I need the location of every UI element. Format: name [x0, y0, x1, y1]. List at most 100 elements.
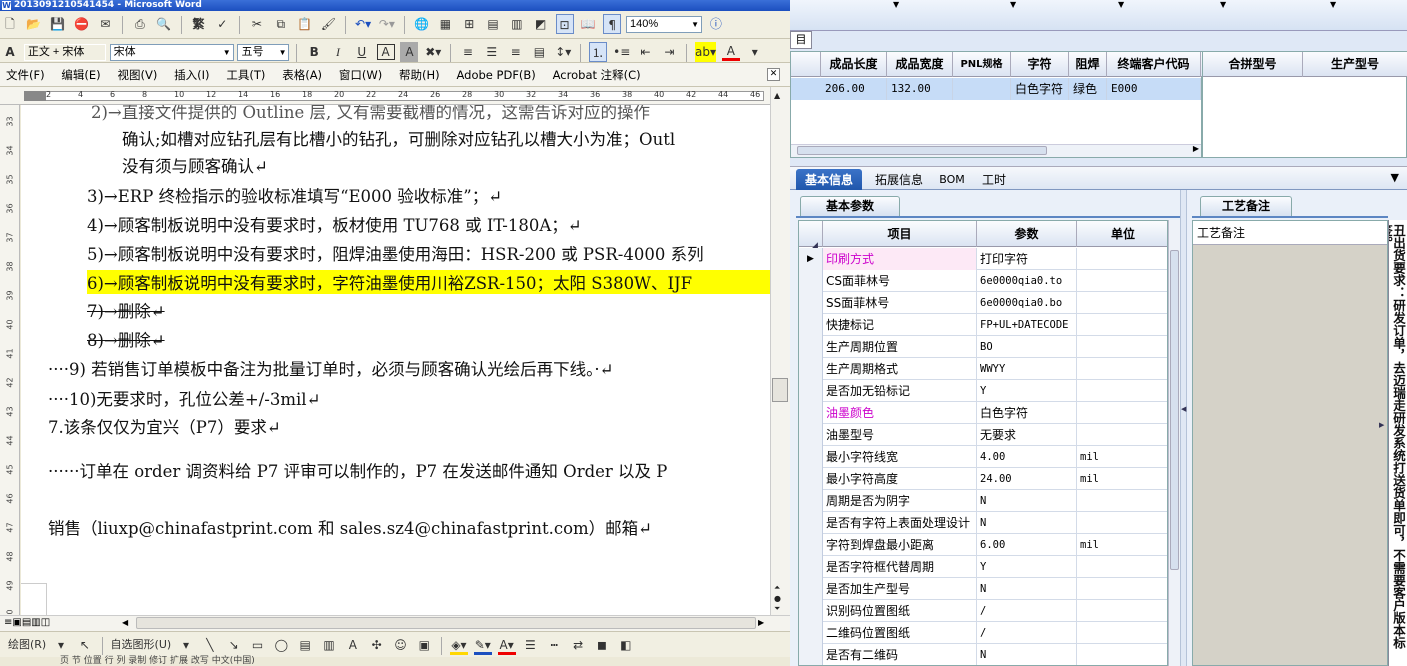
chevron-down-icon[interactable]: ▼: [1010, 0, 1016, 9]
chevron-down-icon[interactable]: ▼: [1220, 0, 1226, 9]
permission-icon[interactable]: ⛔: [72, 14, 90, 34]
row-header[interactable]: [799, 556, 823, 578]
param-value[interactable]: 白色字符: [977, 402, 1077, 424]
prev-page-icon[interactable]: ⏶: [774, 583, 780, 593]
row-header[interactable]: [799, 314, 823, 336]
row-header[interactable]: [799, 424, 823, 446]
format-painter-icon[interactable]: 🖌: [319, 14, 337, 34]
param-value[interactable]: 24.00: [977, 468, 1077, 490]
param-value[interactable]: /: [977, 622, 1077, 644]
textbox-icon[interactable]: ▤: [296, 635, 314, 655]
close-document-icon[interactable]: ✕: [767, 68, 780, 81]
dash-style-icon[interactable]: ┅: [545, 635, 563, 655]
help-icon[interactable]: ⓘ: [707, 14, 725, 34]
param-value[interactable]: N: [977, 578, 1077, 600]
row-header[interactable]: [799, 380, 823, 402]
picture-icon[interactable]: ▣: [415, 635, 433, 655]
row-header[interactable]: [799, 358, 823, 380]
chevron-down-icon[interactable]: ▾: [746, 42, 764, 62]
table-row[interactable]: 是否字符框代替周期 Y: [799, 556, 1167, 578]
panel-splitter[interactable]: ◀: [1180, 190, 1187, 666]
align-left-icon[interactable]: ≡: [459, 42, 477, 62]
shadow-icon[interactable]: ◼: [593, 635, 611, 655]
model-grid[interactable]: 合拼型号 生产型号: [1202, 51, 1407, 158]
undo-icon[interactable]: ↶▾: [354, 14, 372, 34]
table-row[interactable]: 二维码位置图纸 /: [799, 622, 1167, 644]
table-row[interactable]: 生产周期格式 WWYY: [799, 358, 1167, 380]
column-header[interactable]: 终端客户代码: [1107, 52, 1201, 77]
column-header[interactable]: 单位: [1077, 221, 1167, 247]
chevron-down-icon[interactable]: ▼: [1118, 0, 1124, 9]
param-value[interactable]: 6e0000qia0.to: [977, 270, 1077, 292]
vertical-scrollbar[interactable]: ▲ ⏶ ● ⏷: [770, 87, 790, 615]
row-header[interactable]: [799, 270, 823, 292]
diagram-icon[interactable]: ✣: [368, 635, 386, 655]
menu-tools[interactable]: 工具(T): [226, 63, 265, 86]
char-border-button[interactable]: A: [376, 44, 395, 60]
cut-icon[interactable]: ✂: [248, 14, 266, 34]
align-right-icon[interactable]: ≡: [507, 42, 525, 62]
scroll-right-icon[interactable]: ▶: [758, 618, 764, 627]
param-value[interactable]: FP+UL+DATECODE: [977, 314, 1077, 336]
column-header[interactable]: 阻焊: [1069, 52, 1107, 77]
tab-extended-info[interactable]: 拓展信息: [868, 169, 930, 191]
menu-insert[interactable]: 插入(I): [174, 63, 209, 86]
chevron-down-icon[interactable]: ▼: [893, 0, 899, 9]
fill-color-icon[interactable]: ◈▾: [449, 635, 468, 655]
table-row[interactable]: 最小字符线宽 4.00 mil: [799, 446, 1167, 468]
line-tool-icon[interactable]: ╲: [201, 635, 219, 655]
line-color-icon[interactable]: ✎▾: [473, 635, 492, 655]
menu-adobe-pdf[interactable]: Adobe PDF(B): [457, 63, 536, 86]
print-preview-icon[interactable]: 🔍: [155, 14, 173, 34]
section-tab-basic-params[interactable]: 基本参数: [800, 196, 900, 216]
row-header[interactable]: [799, 578, 823, 600]
line-style-icon[interactable]: ☰: [521, 635, 539, 655]
document-map-icon[interactable]: ⊡: [555, 14, 574, 34]
row-header[interactable]: [799, 512, 823, 534]
table-row[interactable]: 油墨型号 无要求: [799, 424, 1167, 446]
draw-menu-button[interactable]: 绘图(R): [8, 635, 46, 655]
table-row[interactable]: 识别码位置图纸 /: [799, 600, 1167, 622]
3d-icon[interactable]: ◧: [617, 635, 635, 655]
font-color-icon[interactable]: A▾: [497, 635, 516, 655]
params-table[interactable]: ◢ 项目 参数 单位 ▶ 印刷方式 打印字符 CS面菲林号 6e0000qia0.to S…: [798, 220, 1168, 666]
open-icon[interactable]: 📂: [25, 14, 43, 34]
row-header[interactable]: [799, 600, 823, 622]
scroll-up-icon[interactable]: ▲: [774, 91, 780, 100]
param-value[interactable]: BO: [977, 336, 1077, 358]
table-row[interactable]: 是否加生产型号 N: [799, 578, 1167, 600]
row-header[interactable]: [799, 644, 823, 665]
table-row[interactable]: 字符到焊盘最小距离 6.00 mil: [799, 534, 1167, 556]
copy-icon[interactable]: ⧉: [272, 14, 290, 34]
param-value[interactable]: 4.00: [977, 446, 1077, 468]
insert-table-icon[interactable]: ⊞: [460, 14, 478, 34]
vertical-scroll-thumb[interactable]: [772, 378, 788, 402]
view-buttons-icon[interactable]: ≡▣▤▥◫: [4, 617, 50, 628]
tab-basic-info[interactable]: 基本信息: [796, 169, 862, 191]
align-center-icon[interactable]: ☰: [483, 42, 501, 62]
hyperlink-icon[interactable]: 🌐: [413, 14, 431, 34]
highlight-icon[interactable]: ab▾: [695, 42, 717, 62]
chevron-down-icon[interactable]: ▾: [52, 635, 70, 655]
chevron-down-icon[interactable]: ▼: [1330, 0, 1336, 9]
style-combo[interactable]: 正文 + 宋体: [23, 43, 106, 61]
table-row[interactable]: 周期是否为阴字 N: [799, 490, 1167, 512]
reading-icon[interactable]: 📖: [579, 14, 597, 34]
styles-icon[interactable]: A: [1, 42, 19, 62]
save-icon[interactable]: 💾: [49, 14, 67, 34]
table-row[interactable]: 是否有二维码 N: [799, 644, 1167, 665]
menu-acrobat-comments[interactable]: Acrobat 注释(C): [553, 63, 641, 86]
table-row[interactable]: 生产周期位置 BO: [799, 336, 1167, 358]
column-header[interactable]: 成品长度: [821, 52, 887, 77]
new-document-icon[interactable]: 🗋: [1, 14, 19, 34]
tab-work-hours[interactable]: 工时: [976, 169, 1012, 191]
document-page[interactable]: 2)→直接文件提供的 Outline 层, 又有需要截槽的情况，这需告诉对应的操…: [21, 105, 770, 615]
row-header[interactable]: [799, 534, 823, 556]
table-row[interactable]: 206.00 132.00 白色字符 绿色 E000: [791, 78, 1201, 100]
row-header[interactable]: [799, 292, 823, 314]
collapse-arrow-icon[interactable]: ▶: [1379, 421, 1384, 429]
param-value[interactable]: Y: [977, 556, 1077, 578]
browse-object-icon[interactable]: ●: [774, 594, 781, 603]
column-header[interactable]: 合拼型号: [1203, 52, 1303, 77]
param-value[interactable]: WWYY: [977, 358, 1077, 380]
